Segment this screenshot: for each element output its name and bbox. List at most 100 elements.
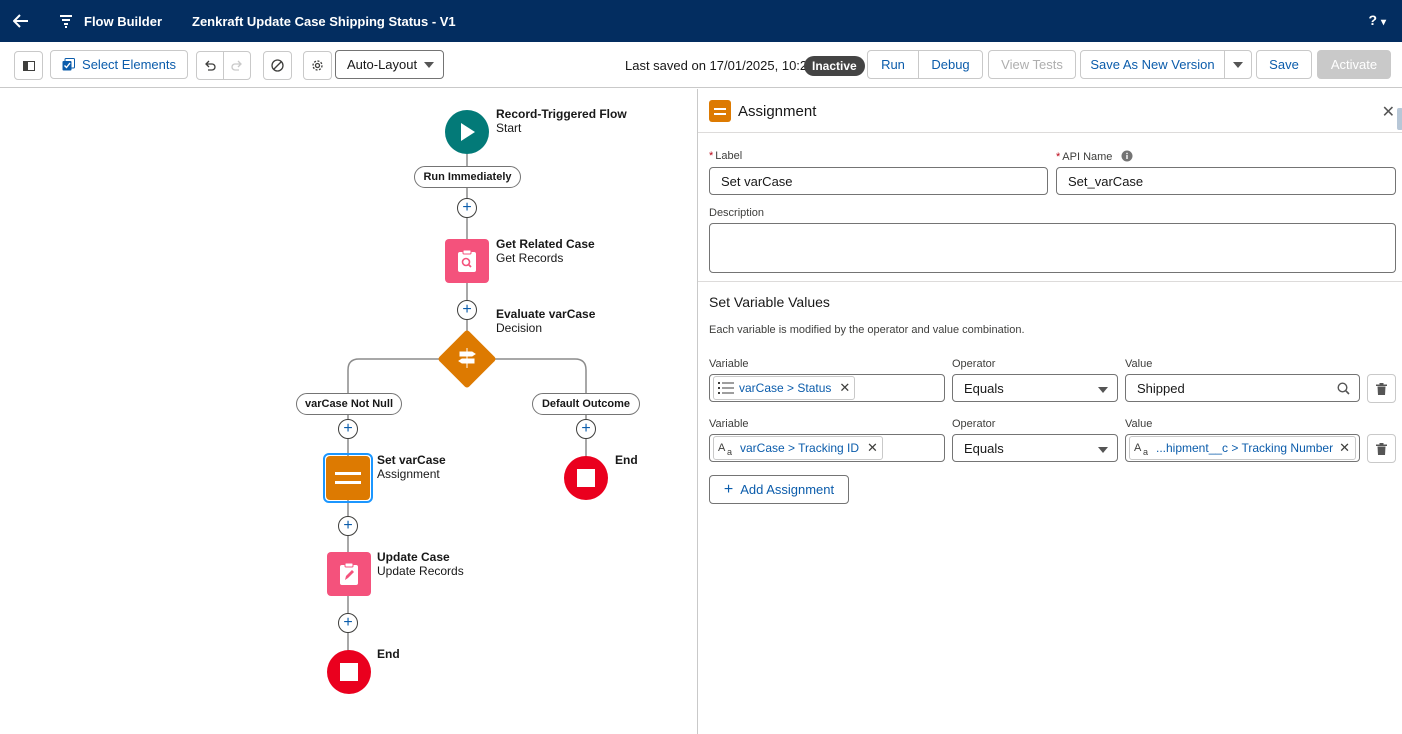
help-menu-button[interactable]: ? ▾ (1369, 12, 1386, 28)
section-title: Set Variable Values (709, 294, 830, 310)
end-node-default[interactable] (564, 456, 608, 500)
undo-button[interactable] (196, 51, 224, 80)
flow-canvas[interactable]: Record-Triggered Flow Start Run Immediat… (0, 89, 697, 734)
settings-button[interactable] (303, 51, 332, 80)
start-node[interactable] (445, 110, 489, 154)
variable-label: Variable (709, 358, 749, 370)
add-icon: + (462, 199, 472, 216)
close-icon[interactable]: ✕ (1382, 102, 1395, 122)
value-pill[interactable]: Aa ...hipment__c > Tracking Number ✕ (1129, 436, 1356, 460)
value-text: Shipped (1137, 380, 1185, 396)
add-icon: + (462, 301, 472, 318)
add-element-button[interactable]: + (338, 613, 358, 633)
info-icon[interactable] (1121, 150, 1133, 162)
operator-label: Operator (952, 358, 996, 370)
add-element-button[interactable]: + (457, 198, 477, 218)
view-tests-button[interactable]: View Tests (988, 50, 1076, 79)
description-textarea[interactable] (709, 223, 1396, 273)
operator-select[interactable]: Equals (952, 374, 1118, 402)
label-field-label: * Label (709, 150, 743, 162)
decision-icon (458, 348, 476, 368)
add-assignment-label: Add Assignment (740, 482, 835, 497)
chevron-down-icon (424, 62, 434, 68)
variable-pill-text: varCase > Status (739, 381, 832, 395)
add-element-button[interactable]: + (457, 300, 477, 320)
variable-pill[interactable]: varCase > Status ✕ (713, 376, 856, 400)
panel-title: Assignment (738, 103, 817, 120)
value-label: Value (1125, 358, 1153, 370)
select-elements-label: Select Elements (82, 57, 176, 72)
text-field-icon: Aa (718, 442, 732, 455)
variable-input[interactable]: Aa varCase > Tracking ID ✕ (709, 434, 945, 462)
check-errors-button[interactable] (263, 51, 292, 80)
get-related-case-label: Get Related Case Get Records (496, 237, 595, 265)
stop-icon (577, 469, 595, 487)
panel-scrollbar[interactable] (1397, 108, 1402, 130)
app-header: Flow Builder Zenkraft Update Case Shippi… (0, 0, 1402, 42)
operator-value: Equals (964, 380, 1004, 396)
end-node-main[interactable] (327, 650, 371, 694)
update-case-node[interactable] (327, 552, 371, 596)
save-as-new-version-button[interactable]: Save As New Version (1080, 50, 1225, 79)
play-icon (461, 123, 475, 141)
end-node-main-title: End (377, 647, 400, 661)
stop-icon (340, 663, 358, 681)
add-icon: + (723, 480, 734, 498)
start-node-label: Record-Triggered Flow Start (496, 107, 627, 135)
api-name-input[interactable]: Set_varCase (1056, 167, 1396, 195)
value-label: Value (1125, 418, 1153, 430)
value-input[interactable]: Shipped (1125, 374, 1360, 402)
evaluate-varcase-label: Evaluate varCase Decision (496, 307, 595, 335)
set-varcase-node[interactable] (326, 456, 370, 500)
undo-icon (205, 60, 216, 71)
debug-button[interactable]: Debug (918, 50, 983, 79)
activate-button[interactable]: Activate (1317, 50, 1391, 79)
delete-row-button[interactable] (1367, 374, 1396, 403)
status-badge: Inactive (804, 56, 865, 76)
remove-pill-icon[interactable]: ✕ (839, 380, 850, 396)
delete-icon (1376, 442, 1387, 455)
get-related-case-title: Get Related Case (496, 237, 595, 251)
flow-builder-icon (58, 13, 74, 29)
get-related-case-node[interactable] (445, 239, 489, 283)
add-element-button[interactable]: + (576, 419, 596, 439)
save-menu-button[interactable] (1224, 50, 1252, 79)
add-icon: + (581, 420, 591, 437)
layout-mode-select[interactable]: Auto-Layout (335, 50, 444, 79)
variable-input[interactable]: varCase > Status ✕ (709, 374, 945, 402)
value-input[interactable]: Aa ...hipment__c > Tracking Number ✕ (1125, 434, 1360, 462)
get-related-case-subtitle: Get Records (496, 251, 564, 265)
add-element-button[interactable]: + (338, 419, 358, 439)
variable-pill[interactable]: Aa varCase > Tracking ID ✕ (713, 436, 883, 460)
outcome-default[interactable]: Default Outcome (532, 393, 640, 415)
remove-pill-icon[interactable]: ✕ (1339, 440, 1350, 456)
evaluate-varcase-subtitle: Decision (496, 321, 543, 335)
add-icon: + (343, 614, 353, 631)
remove-pill-icon[interactable]: ✕ (867, 440, 878, 456)
settings-icon (312, 60, 323, 71)
redo-button[interactable] (223, 51, 251, 80)
section-hint: Each variable is modified by the operato… (709, 324, 1025, 336)
variable-label: Variable (709, 418, 749, 430)
error-check-icon (271, 59, 284, 72)
toggle-toolbox-button[interactable] (14, 51, 43, 80)
search-record-icon (458, 249, 476, 272)
delete-row-button[interactable] (1367, 434, 1396, 463)
add-element-button[interactable]: + (338, 516, 358, 536)
svg-text:a: a (727, 447, 732, 455)
run-immediately-path[interactable]: Run Immediately (414, 166, 521, 188)
operator-select[interactable]: Equals (952, 434, 1118, 462)
back-arrow-icon[interactable] (0, 0, 42, 42)
help-icon: ? (1368, 12, 1378, 28)
select-elements-button[interactable]: Select Elements (50, 50, 188, 79)
label-input[interactable]: Set varCase (709, 167, 1048, 195)
value-pill-text: ...hipment__c > Tracking Number (1156, 441, 1334, 455)
run-button[interactable]: Run (867, 50, 919, 79)
last-saved-text: Last saved on 17/01/2025, 10:26 (625, 58, 815, 73)
outcome-varcase-not-null[interactable]: varCase Not Null (296, 393, 402, 415)
text-field-icon: Aa (1134, 442, 1148, 455)
add-assignment-button[interactable]: + Add Assignment (709, 475, 849, 504)
svg-text:a: a (1143, 447, 1148, 455)
app-name: Flow Builder (84, 13, 162, 29)
save-button[interactable]: Save (1256, 50, 1312, 79)
